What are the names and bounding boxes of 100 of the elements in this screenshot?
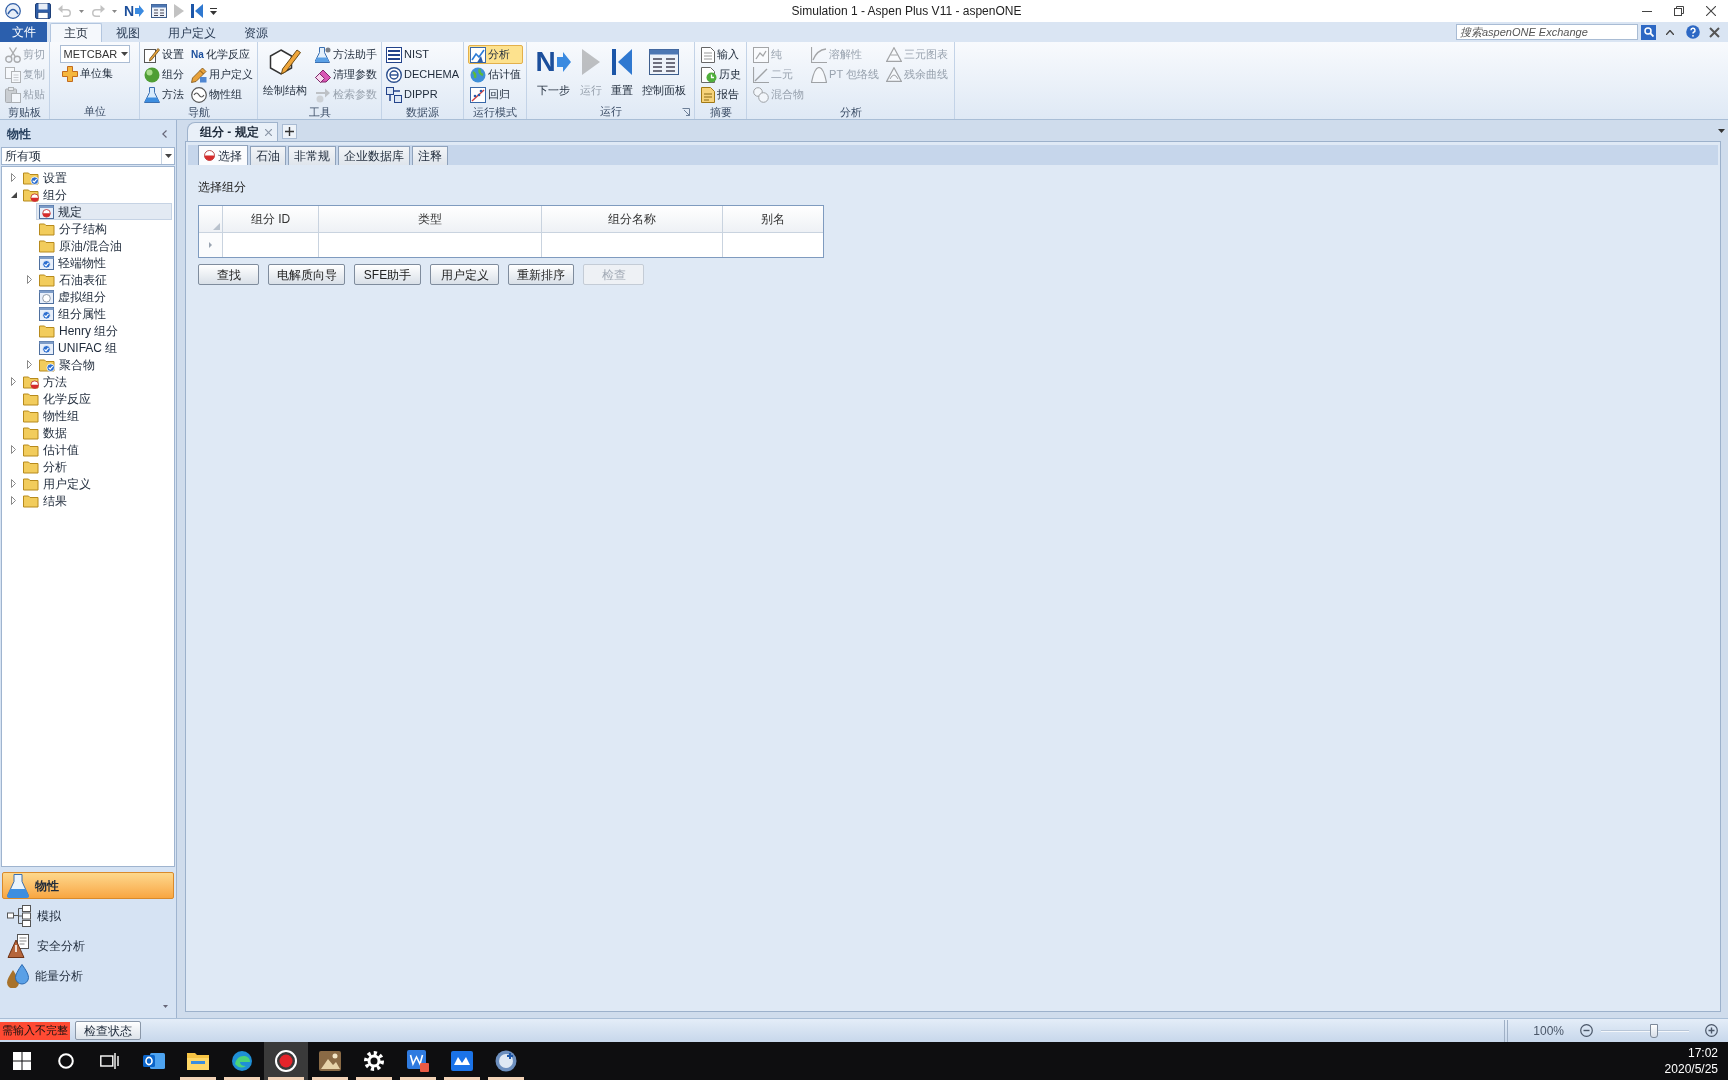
- column-header[interactable]: 别名: [761, 210, 785, 228]
- dashboard-icon[interactable]: [151, 4, 168, 18]
- slider-thumb[interactable]: [1649, 1023, 1658, 1038]
- tree-item[interactable]: 物性组: [20, 407, 84, 424]
- expand-arrow-icon[interactable]: [11, 496, 16, 505]
- search-icon[interactable]: [1643, 27, 1654, 37]
- ribbon-button[interactable]: 设置: [142, 45, 186, 64]
- filter-dropdown[interactable]: 所有项: [1, 147, 175, 165]
- tree-item[interactable]: 化学反应: [20, 390, 96, 407]
- tree-item[interactable]: 分子结构: [36, 220, 112, 237]
- more-caret-icon[interactable]: [163, 1005, 168, 1008]
- tree-item[interactable]: 用户定义: [20, 475, 96, 492]
- tree-item[interactable]: 方法: [20, 373, 72, 390]
- ribbon-button[interactable]: 用户定义: [189, 65, 255, 84]
- close-icon[interactable]: [1709, 26, 1720, 38]
- search-field[interactable]: 搜索aspenONE Exchange: [1456, 24, 1638, 40]
- tree-item[interactable]: 设置: [20, 169, 72, 186]
- expand-arrow-icon[interactable]: [11, 445, 16, 454]
- ribbon-button[interactable]: 分析: [467, 45, 523, 64]
- ribbon-button[interactable]: 估计值: [467, 65, 523, 84]
- caret-up-icon[interactable]: [1666, 29, 1674, 35]
- module-button[interactable]: 模拟: [2, 902, 174, 929]
- document-tab[interactable]: 组分 - 规定: [187, 122, 278, 141]
- tree-item[interactable]: 结果: [20, 492, 72, 509]
- search-circle-icon[interactable]: [58, 1053, 74, 1069]
- tree-item[interactable]: 估计值: [20, 441, 84, 458]
- ribbon-button[interactable]: 控制面板: [638, 45, 689, 103]
- ribbon-button[interactable]: 报告: [698, 85, 743, 104]
- restore-icon[interactable]: [1674, 6, 1684, 16]
- tree-item[interactable]: 数据: [20, 424, 72, 441]
- tree-item[interactable]: 原油/混合油: [36, 237, 128, 254]
- form-tab[interactable]: 企业数据库: [338, 146, 410, 165]
- tree-item[interactable]: 虚拟组分: [36, 288, 111, 305]
- ribbon-button[interactable]: NIST: [384, 45, 461, 64]
- ribbon-button[interactable]: 单位集: [59, 64, 130, 83]
- close-icon[interactable]: [1706, 6, 1716, 16]
- ribbon-button[interactable]: 清理参数: [313, 65, 379, 84]
- tree-item[interactable]: Henry 组分: [36, 322, 124, 339]
- ribbon-button[interactable]: 重置: [607, 45, 636, 103]
- file-menu-button[interactable]: 文件: [0, 22, 47, 42]
- next-button[interactable]: N: [124, 3, 145, 19]
- unit-set-dropdown[interactable]: METCBAR: [59, 45, 130, 63]
- windows-logo-icon[interactable]: [13, 1052, 31, 1070]
- minimize-icon[interactable]: [1642, 10, 1652, 12]
- zoom-slider[interactable]: [1601, 1023, 1689, 1038]
- expand-arrow-icon[interactable]: [11, 173, 16, 182]
- tree-item[interactable]: 组分属性: [36, 305, 111, 322]
- check-status-button[interactable]: 检查状态: [75, 1021, 141, 1040]
- expand-arrow-icon[interactable]: [27, 360, 32, 369]
- save-icon[interactable]: [35, 3, 51, 19]
- ribbon-button[interactable]: 方法助手: [313, 45, 379, 64]
- collapse-arrow-icon[interactable]: [10, 191, 17, 198]
- form-tab[interactable]: 非常规: [288, 146, 336, 165]
- customize-icon[interactable]: [210, 7, 218, 15]
- column-header[interactable]: 组分名称: [608, 210, 656, 228]
- dialog-launcher-icon[interactable]: [682, 108, 690, 116]
- ribbon-tab[interactable]: 主页: [50, 23, 102, 42]
- ribbon-button[interactable]: 组分: [142, 65, 186, 84]
- tree-item[interactable]: 组分: [20, 186, 72, 203]
- ribbon-button[interactable]: DECHEMA: [384, 65, 461, 84]
- taskbar-button[interactable]: [264, 1042, 308, 1080]
- app-logo-icon[interactable]: [5, 3, 21, 19]
- action-button[interactable]: SFE助手: [354, 264, 421, 285]
- tree-item[interactable]: 石油表征: [36, 271, 112, 288]
- help-icon[interactable]: [1686, 25, 1700, 39]
- action-button[interactable]: 查找: [198, 264, 259, 285]
- ribbon-button[interactable]: DIPPR: [384, 85, 461, 104]
- new-tab-button[interactable]: [281, 124, 297, 139]
- ribbon-button[interactable]: 输入: [698, 45, 743, 64]
- ribbon-tab[interactable]: 用户定义: [154, 23, 230, 42]
- action-button[interactable]: 用户定义: [430, 264, 499, 285]
- module-button[interactable]: 安全分析: [2, 932, 174, 959]
- tree-item[interactable]: 规定: [36, 203, 172, 220]
- form-tab[interactable]: 石油: [250, 146, 286, 165]
- zoom-in-icon[interactable]: [1705, 1024, 1718, 1037]
- expand-arrow-icon[interactable]: [11, 377, 16, 386]
- ribbon-button[interactable]: 物性组: [189, 85, 255, 104]
- expand-arrow-icon[interactable]: [11, 479, 16, 488]
- ribbon-tab[interactable]: 视图: [102, 23, 154, 42]
- module-button[interactable]: 物性: [2, 872, 174, 899]
- task-view-icon[interactable]: [100, 1053, 120, 1069]
- tree-item[interactable]: 聚合物: [36, 356, 100, 373]
- ribbon-button[interactable]: 绘制结构: [260, 45, 310, 103]
- module-button[interactable]: 能量分析: [2, 962, 174, 989]
- collapse-pane-icon[interactable]: [162, 129, 167, 138]
- zoom-out-icon[interactable]: [1580, 1024, 1593, 1037]
- ribbon-button[interactable]: 方法: [142, 85, 186, 104]
- ribbon-button[interactable]: Na 化学反应: [189, 45, 255, 64]
- tree-item[interactable]: 分析: [20, 458, 72, 475]
- tree-item[interactable]: UNIFAC 组: [36, 339, 123, 356]
- ribbon-button[interactable]: N 下一步: [532, 45, 574, 103]
- ribbon-button[interactable]: 历史: [698, 65, 743, 84]
- ribbon-tab[interactable]: 资源: [230, 23, 282, 42]
- caret-down-icon[interactable]: [1718, 128, 1725, 133]
- action-button[interactable]: 电解质向导: [268, 264, 345, 285]
- rewind-icon[interactable]: [191, 4, 204, 18]
- expand-arrow-icon[interactable]: [27, 275, 32, 284]
- form-tab[interactable]: 注释: [412, 146, 448, 165]
- action-button[interactable]: 重新排序: [508, 264, 574, 285]
- column-header[interactable]: 类型: [418, 210, 442, 228]
